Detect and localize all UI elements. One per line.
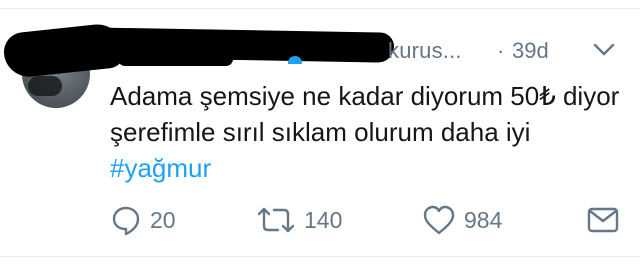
retweet-button[interactable]: 140: [256, 204, 342, 236]
reply-button[interactable]: 20: [110, 204, 176, 236]
direct-message-button[interactable]: [586, 204, 620, 236]
timestamp[interactable]: 39d: [512, 38, 549, 64]
message-icon: [587, 207, 619, 233]
reply-count: 20: [150, 206, 176, 233]
like-count: 984: [464, 206, 503, 233]
redaction-mark: [118, 52, 233, 66]
bottom-divider: [0, 256, 640, 257]
tweet-text: Adama şemsiye ne kadar diyorum 50₺ diyor…: [110, 78, 630, 186]
retweet-icon: [257, 207, 295, 233]
retweet-count: 140: [304, 206, 343, 233]
like-icon: [423, 205, 455, 235]
like-button[interactable]: 984: [422, 204, 502, 236]
chevron-down-icon[interactable]: [592, 40, 616, 60]
verified-badge-icon: [288, 56, 302, 64]
top-divider: [0, 8, 640, 9]
reply-icon: [112, 206, 140, 236]
tweet-body: Adama şemsiye ne kadar diyorum 50₺ diyor…: [110, 81, 620, 147]
separator: ·: [497, 38, 505, 63]
tweet-actions: 20 140 984: [0, 200, 640, 240]
user-handle[interactable]: kurus...: [388, 38, 462, 64]
hashtag-link[interactable]: #yağmur: [110, 153, 211, 183]
